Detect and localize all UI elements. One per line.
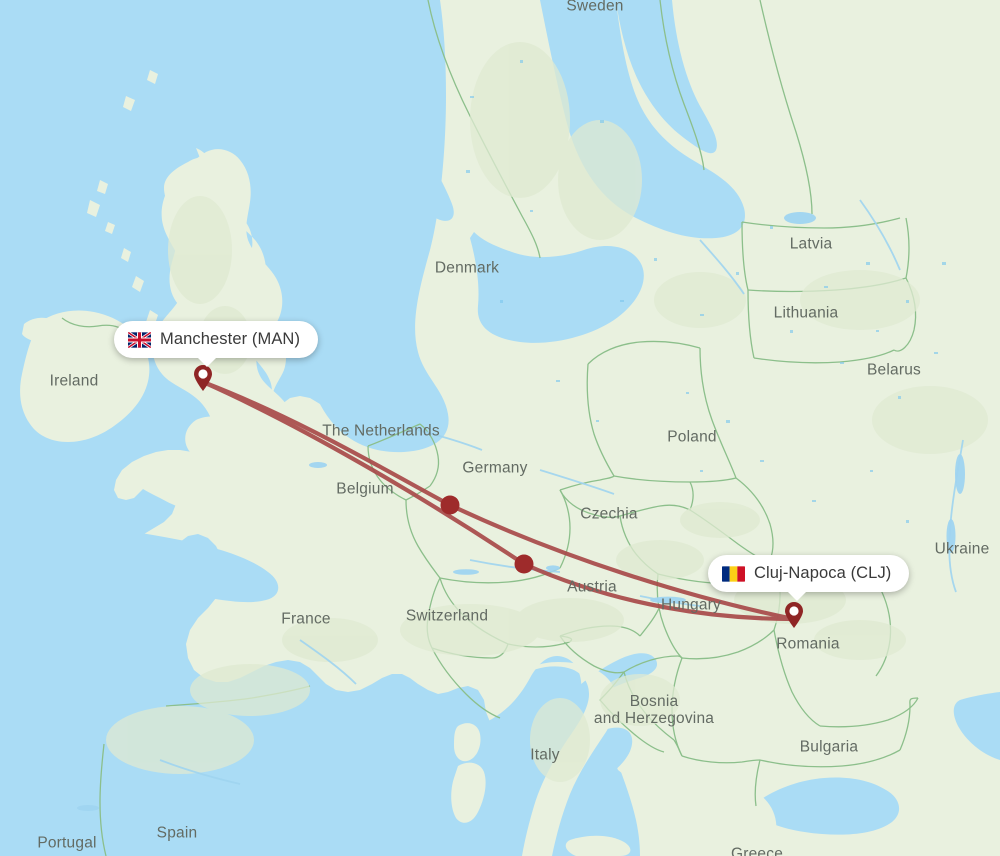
- callout-tail-clj: [786, 590, 808, 601]
- flag-ro-icon: [722, 565, 745, 582]
- basemap-layer: [0, 0, 1000, 856]
- flight-route-map[interactable]: Sweden Denmark Latvia Lithuania Belarus Irela…: [0, 0, 1000, 856]
- callout-tail-man: [196, 356, 218, 367]
- airport-pin-man[interactable]: [192, 364, 214, 392]
- waypoint-frankfurt[interactable]: [440, 495, 460, 515]
- airport-label-man: Manchester (MAN): [160, 330, 301, 348]
- airport-label-clj: Cluj-Napoca (CLJ): [754, 564, 892, 582]
- airport-callout-man[interactable]: Manchester (MAN): [114, 321, 319, 367]
- flag-gb-icon: [128, 331, 151, 348]
- waypoint-munich[interactable]: [514, 554, 534, 574]
- airport-callout-clj[interactable]: Cluj-Napoca (CLJ): [708, 555, 910, 601]
- airport-pin-clj[interactable]: [783, 601, 805, 629]
